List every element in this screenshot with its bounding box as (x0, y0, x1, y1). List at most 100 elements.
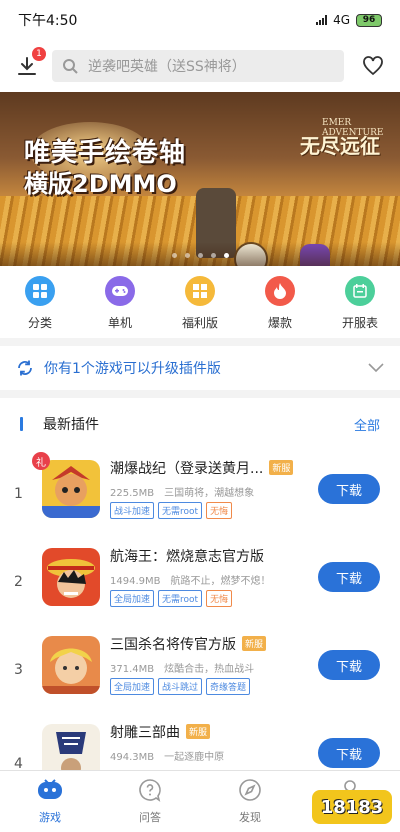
search-input[interactable]: 逆袭吧英雄（送SS神将） (52, 50, 344, 82)
game-title: 射雕三部曲 (110, 725, 180, 741)
game-meta: 371.4MB 炫酷合击，热血战斗 (110, 660, 264, 675)
game-controller-icon (37, 777, 63, 803)
game-name: 三国杀名将传官方版 新服 (110, 634, 267, 654)
feature-tags: 全局加速 战斗跳过 奇缘答题 (110, 678, 251, 695)
latest-plugins-section: 最新插件 全部 1 礼 潮爆战纪（登录送黄月... 新服 225.5MB 三国萌将，… (0, 398, 400, 770)
gamepad-icon (105, 276, 135, 306)
favorites-button[interactable] (358, 51, 388, 81)
quick-nav-hot[interactable]: 爆款 (245, 276, 315, 338)
heart-icon (363, 56, 383, 76)
quick-nav-label: 福利版 (181, 316, 218, 330)
carousel-dots (0, 253, 400, 258)
quick-nav-category[interactable]: 分类 (5, 276, 75, 338)
game-title: 航海王：燃烧意志官方版 (110, 549, 264, 565)
game-title: 潮爆战纪（登录送黄月... (110, 461, 264, 477)
section-see-all-link[interactable]: 全部 (354, 415, 380, 434)
section-accent-bar (20, 417, 23, 431)
game-list-item[interactable]: 4 射雕三部曲 新服 494.3MB 一起逐鹿中原 下载 (0, 714, 400, 770)
search-placeholder: 逆袭吧英雄（送SS神将） (88, 59, 246, 75)
gift-badge: 礼 (32, 452, 50, 470)
game-name: 潮爆战纪（登录送黄月... 新服 (110, 458, 294, 478)
bottom-nav-games[interactable]: 游戏 (15, 777, 85, 832)
game-desc: 一起逐鹿中原 (164, 752, 225, 763)
game-list-item[interactable]: 2 航海王：燃烧意志官方版 1494.9MB 航路不止，燃梦不熄！ 全局加速 无需… (0, 538, 400, 626)
game-name: 射雕三部曲 新服 (110, 722, 211, 742)
game-list-item[interactable]: 1 礼 潮爆战纪（登录送黄月... 新服 225.5MB 三国萌将，潮越想象 战斗加… (0, 450, 400, 538)
quick-nav-single-player[interactable]: 单机 (85, 276, 155, 338)
game-icon (42, 724, 100, 770)
battery-icon: 96 (356, 13, 382, 27)
quick-nav-welfare[interactable]: 福利版 (165, 276, 235, 338)
download-button[interactable]: 下载 (318, 738, 380, 768)
quick-nav-server-list[interactable]: 开服表 (325, 276, 395, 338)
status-bar: 下午4:50 4G 96 (0, 0, 400, 40)
quick-nav-label: 分类 (27, 316, 52, 330)
new-server-tag: 新服 (242, 636, 267, 651)
feature-tag: 战斗跳过 (158, 678, 203, 695)
flame-icon (265, 276, 295, 306)
banner-slogan-line2: 横版2DMMO (24, 170, 177, 198)
feature-tags: 全局加速 无需root 无悔 (110, 590, 233, 607)
search-icon (63, 59, 78, 74)
rank-number: 3 (14, 662, 23, 678)
carousel-dot[interactable] (197, 253, 203, 258)
refresh-icon (18, 360, 32, 376)
feature-tag: 无悔 (206, 502, 233, 519)
download-button[interactable]: 下载 (318, 474, 380, 504)
site-watermark: 18183 (312, 790, 392, 824)
feature-tag: 无需root (158, 502, 203, 519)
section-header: 最新插件 全部 (0, 398, 400, 450)
bottom-nav-discover[interactable]: 发现 (215, 777, 285, 832)
download-button[interactable]: 下载 (318, 650, 380, 680)
rank-number: 4 (14, 756, 23, 770)
game-size: 494.3MB (110, 752, 155, 763)
quick-nav-label: 爆款 (267, 316, 292, 330)
plugin-upgrade-text: 你有1个游戏可以升级插件版 (44, 361, 221, 377)
bottom-nav-label: 发现 (239, 811, 261, 824)
top-bar: 1 逆袭吧英雄（送SS神将） (0, 40, 400, 92)
game-meta: 225.5MB 三国萌将，潮越想象 (110, 484, 264, 499)
carousel-dot[interactable] (184, 253, 190, 258)
gift-grid-icon (185, 276, 215, 306)
chevron-down-icon[interactable] (368, 363, 384, 373)
question-bubble-icon (137, 777, 163, 803)
banner-logo-cn: 无尽远征 (300, 134, 380, 158)
plugin-upgrade-bar[interactable]: 你有1个游戏可以升级插件版 (0, 346, 400, 390)
game-size: 1494.9MB (110, 576, 161, 587)
game-title: 三国杀名将传官方版 (110, 637, 236, 653)
carousel-dot[interactable] (210, 253, 216, 258)
game-icon (42, 636, 100, 694)
game-size: 225.5MB (110, 488, 155, 499)
feature-tag: 全局加速 (110, 678, 155, 695)
game-size: 371.4MB (110, 664, 155, 675)
status-time: 下午4:50 (18, 13, 78, 29)
promo-banner[interactable]: 唯美手绘卷轴 横版2DMMO EMER ADVENTURE 无尽远征 (0, 92, 400, 266)
rank-number: 1 (14, 486, 23, 502)
bottom-nav-label: 游戏 (39, 811, 61, 824)
signal-icon (316, 15, 328, 25)
new-server-tag: 新服 (186, 724, 211, 739)
status-icons: 4G 96 (316, 13, 382, 27)
feature-tag: 无需root (158, 590, 203, 607)
bottom-nav-qa[interactable]: 问答 (115, 777, 185, 832)
quick-nav-label: 单机 (107, 316, 132, 330)
bottom-nav-label: 问答 (139, 811, 161, 824)
game-list-item[interactable]: 3 三国杀名将传官方版 新服 371.4MB 炫酷合击，热血战斗 全局加速 战斗跳过… (0, 626, 400, 714)
game-desc: 三国萌将，潮越想象 (164, 488, 255, 499)
game-meta: 494.3MB 一起逐鹿中原 (110, 748, 234, 763)
carousel-dot[interactable] (171, 253, 177, 258)
game-desc: 航路不止，燃梦不熄！ (170, 576, 271, 587)
game-name: 航海王：燃烧意志官方版 (110, 546, 264, 566)
feature-tags: 战斗加速 无需root 无悔 (110, 502, 233, 519)
feature-tag: 全局加速 (110, 590, 155, 607)
game-icon (42, 460, 100, 518)
game-icon (42, 548, 100, 606)
quick-nav: 分类 单机 福利版 爆款 开服表 (0, 266, 400, 338)
game-desc: 炫酷合击，热血战斗 (164, 664, 255, 675)
section-title: 最新插件 (43, 417, 99, 433)
carousel-dot-active[interactable] (223, 253, 229, 258)
new-server-tag: 新服 (269, 460, 294, 475)
rank-number: 2 (14, 574, 23, 590)
download-manager-button[interactable]: 1 (12, 47, 46, 81)
download-button[interactable]: 下载 (318, 562, 380, 592)
